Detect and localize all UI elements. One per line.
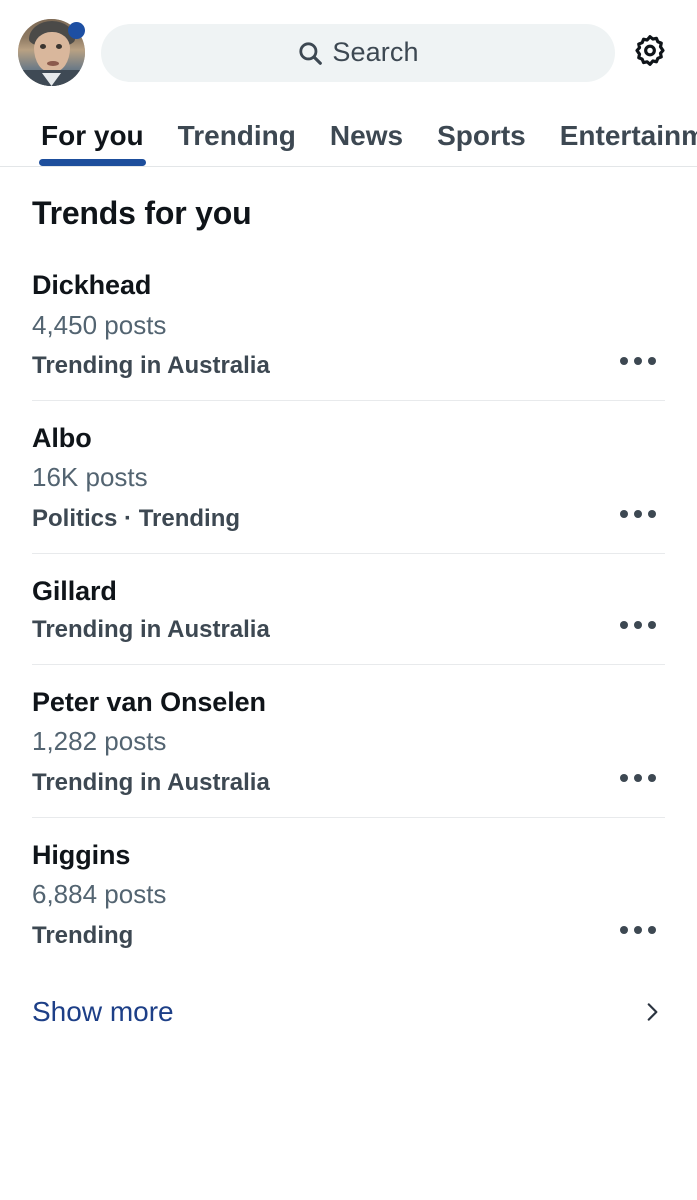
list-item[interactable]: Gillard Trending in Australia: [0, 554, 697, 665]
avatar-face: [34, 32, 70, 72]
list-item[interactable]: Peter van Onselen 1,282 posts Trending i…: [0, 665, 697, 818]
search-input[interactable]: Search: [101, 23, 615, 82]
avatar-eye-right: [56, 44, 62, 49]
tab-trending[interactable]: Trending: [161, 105, 313, 166]
avatar-notification-badge: [68, 22, 85, 39]
more-horizontal-icon: [620, 620, 656, 629]
tab-for-you-label: For you: [41, 119, 144, 151]
tab-sports-label: Sports: [437, 119, 526, 151]
trend-more-button[interactable]: [611, 494, 665, 534]
search-icon: [297, 40, 323, 66]
trend-post-count: 6,884 posts: [32, 879, 167, 910]
trend-row: Gillard Trending in Australia: [32, 574, 665, 647]
trend-row: Dickhead 4,450 posts Trending in Austral…: [32, 268, 665, 383]
x-explore-trends-screen: Search For you Trending News Sports Ente…: [0, 0, 697, 1200]
chevron-right-icon: [639, 999, 665, 1025]
tab-entertainment[interactable]: Entertainm: [543, 105, 697, 166]
trend-text-block: Higgins 6,884 posts Trending: [32, 838, 166, 953]
list-item[interactable]: Higgins 6,884 posts Trending: [0, 818, 697, 971]
trend-text-block: Albo 16K posts Politics · Trending: [32, 421, 240, 536]
list-item[interactable]: Albo 16K posts Politics · Trending: [0, 401, 697, 554]
trend-row: Peter van Onselen 1,282 posts Trending i…: [32, 685, 665, 800]
settings-button[interactable]: [621, 24, 679, 82]
trend-more-button[interactable]: [611, 605, 665, 645]
tab-trending-label: Trending: [177, 119, 296, 151]
avatar-mouth: [47, 61, 59, 66]
trend-text-block: Gillard Trending in Australia: [32, 574, 270, 647]
trend-text-block: Dickhead 4,450 posts Trending in Austral…: [32, 268, 270, 383]
trend-meta: Trending in Australia: [32, 352, 270, 380]
trend-name: Dickhead: [32, 270, 152, 300]
more-horizontal-icon: [620, 773, 656, 782]
trend-row: Higgins 6,884 posts Trending: [32, 838, 665, 953]
trend-more-button[interactable]: [611, 910, 665, 950]
avatar-eye-left: [40, 44, 46, 49]
trend-name: Higgins: [32, 839, 131, 870]
trend-text-block: Peter van Onselen 1,282 posts Trending i…: [32, 685, 270, 800]
tab-news-label: News: [329, 119, 404, 151]
trend-row: Albo 16K posts Politics · Trending: [32, 421, 665, 536]
more-horizontal-icon: [620, 509, 656, 518]
trends-panel: Trends for you Dickhead 4,450 posts Tren…: [0, 167, 697, 1200]
trend-name: Albo: [32, 422, 92, 453]
active-tab-indicator: [39, 159, 146, 166]
trend-post-count: 16K posts: [32, 462, 148, 493]
list-item[interactable]: Dickhead 4,450 posts Trending in Austral…: [0, 248, 697, 401]
tab-for-you[interactable]: For you: [24, 105, 161, 166]
more-horizontal-icon: [620, 356, 656, 365]
top-header: Search: [0, 0, 697, 105]
more-horizontal-icon: [620, 926, 656, 935]
trend-name: Gillard: [32, 575, 117, 606]
trend-meta: Politics · Trending: [32, 505, 241, 533]
search-inner: Search: [297, 37, 418, 68]
tab-entertainment-label: Entertainm: [559, 119, 697, 151]
gear-icon: [630, 33, 670, 73]
tab-bar[interactable]: For you Trending News Sports Entertainm: [0, 105, 697, 167]
trend-meta: Trending in Australia: [32, 769, 270, 797]
show-more-button[interactable]: Show more: [0, 970, 697, 1052]
avatar[interactable]: [18, 19, 85, 86]
tab-news[interactable]: News: [313, 105, 420, 166]
trend-more-button[interactable]: [611, 341, 665, 381]
page-title: Trends for you: [32, 195, 252, 231]
show-more-label: Show more: [32, 996, 174, 1028]
trend-post-count: 1,282 posts: [32, 726, 167, 757]
trend-meta: Trending: [32, 921, 134, 949]
trend-post-count: 4,450 posts: [32, 309, 167, 340]
trend-name: Peter van Onselen: [32, 686, 266, 717]
tab-sports[interactable]: Sports: [420, 105, 543, 166]
search-placeholder-text: Search: [332, 37, 419, 67]
trend-more-button[interactable]: [611, 758, 665, 798]
trend-meta: Trending in Australia: [32, 616, 270, 644]
